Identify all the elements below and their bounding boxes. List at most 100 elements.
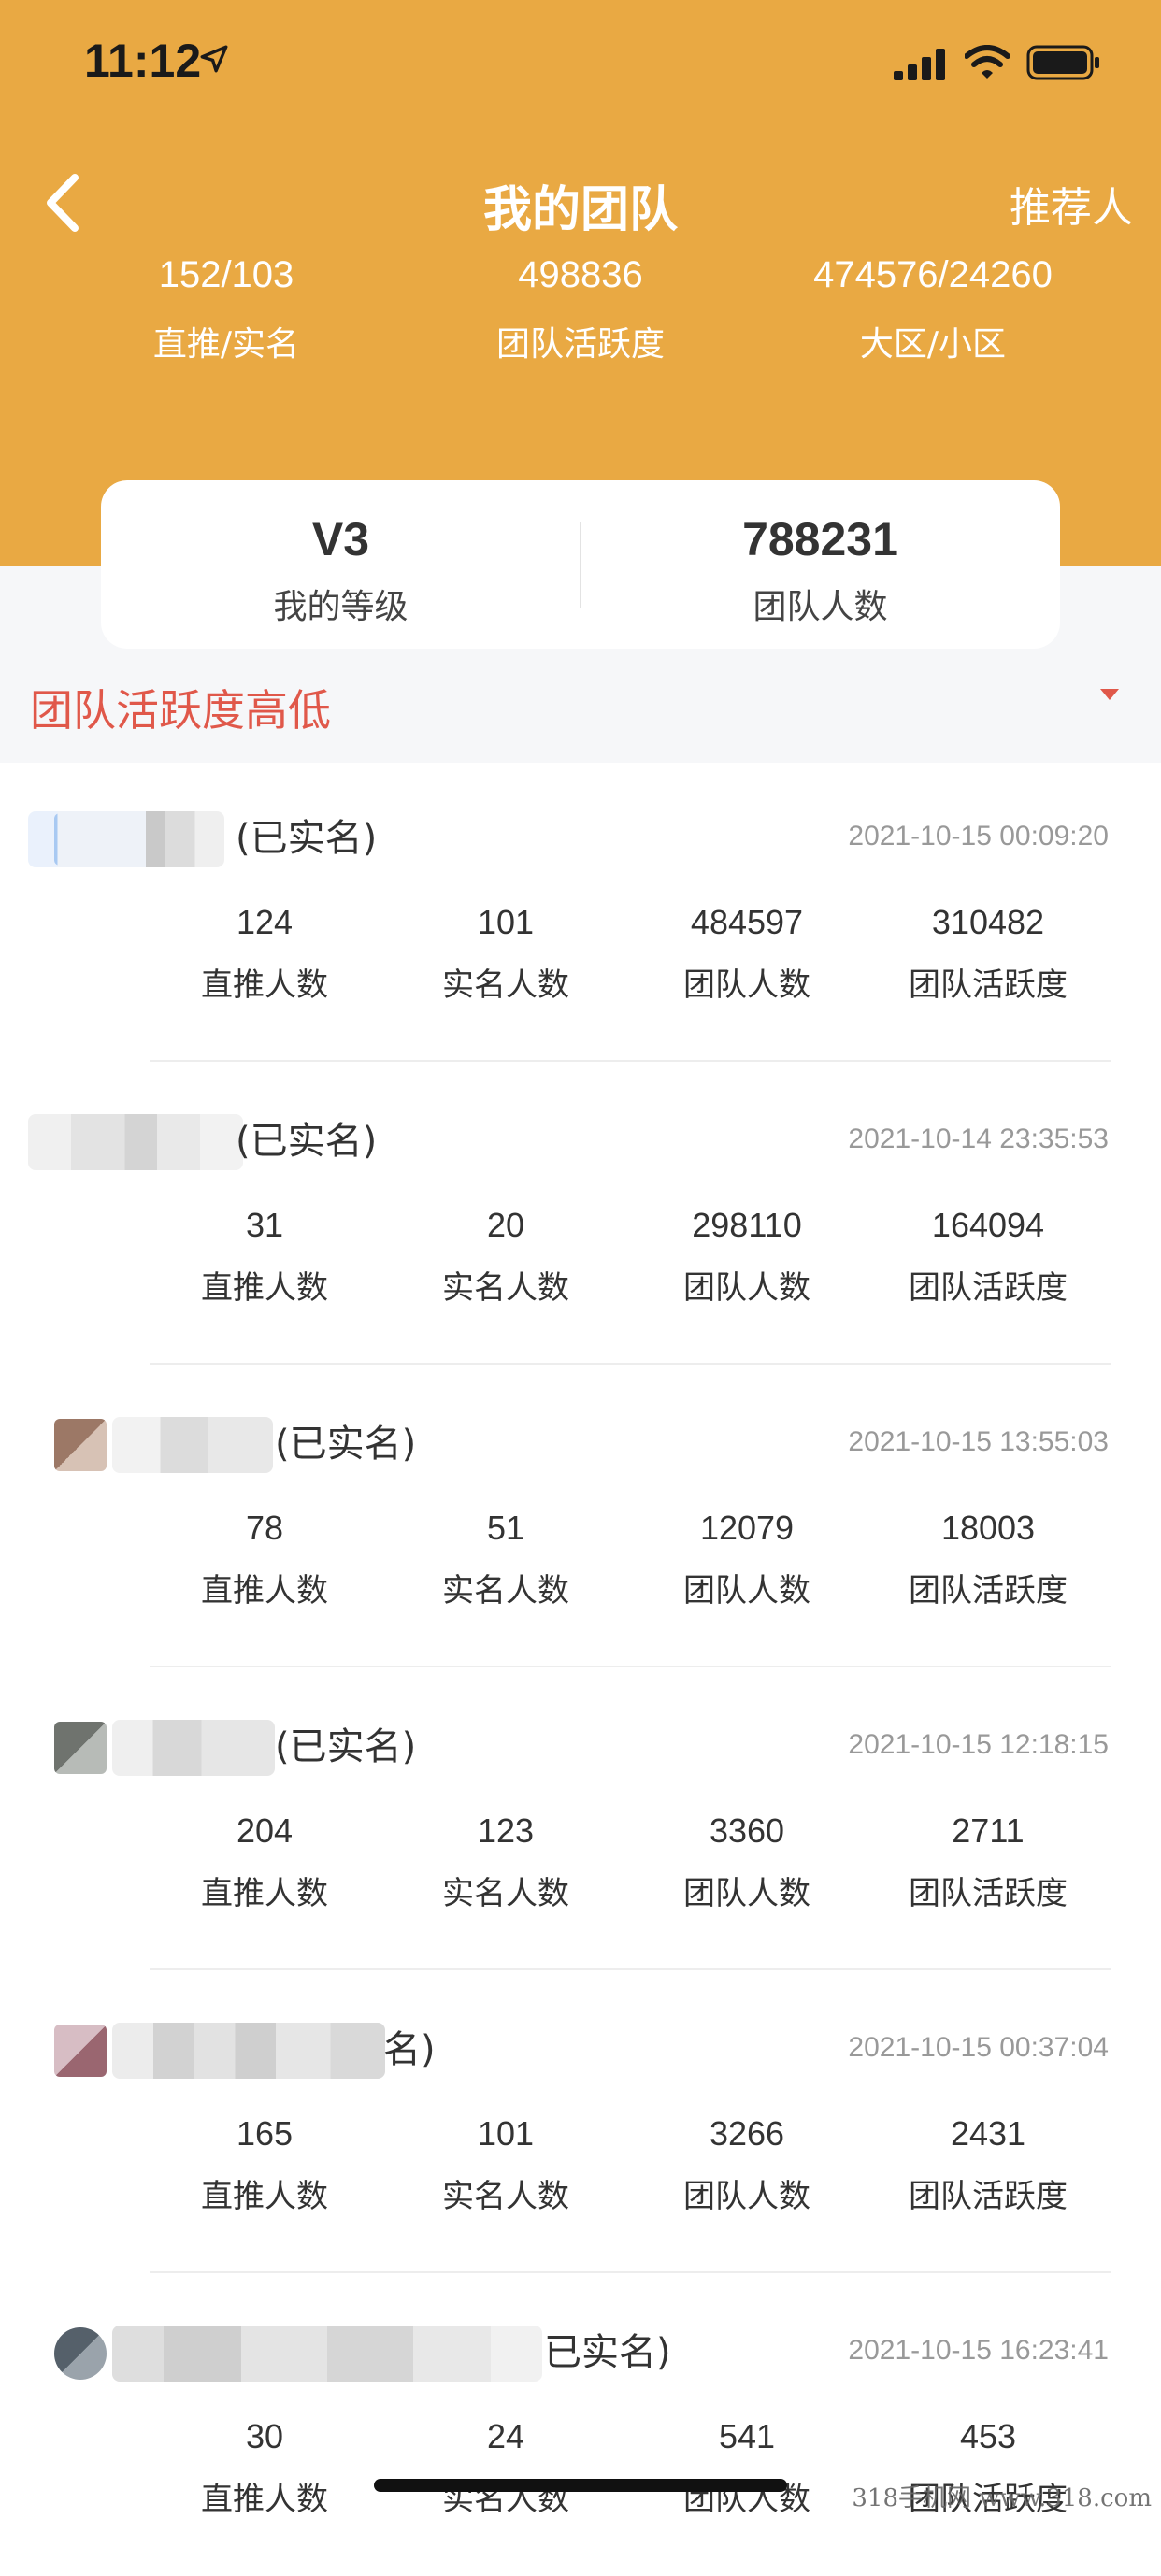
stat-value: 30 bbox=[245, 2417, 284, 2455]
stat-value: 541 bbox=[718, 2417, 776, 2455]
level-card: V3 我的等级 788231 团队人数 bbox=[101, 480, 1060, 649]
stat-verified: 20 实名人数 bbox=[385, 1206, 626, 1308]
stat-label: 直推人数 bbox=[201, 2178, 328, 2215]
sort-dropdown[interactable]: 团队活跃度高低 bbox=[0, 654, 1161, 759]
stat-label: 大区/小区 bbox=[859, 325, 1007, 364]
my-level: V3 我的等级 bbox=[101, 512, 580, 628]
page-title: 我的团队 bbox=[482, 182, 678, 238]
stat-label: 直推人数 bbox=[201, 966, 328, 1004]
stat-value: 310482 bbox=[931, 903, 1045, 941]
name-blurred bbox=[112, 2326, 542, 2382]
summary-stat-regions: 474576/24260 大区/小区 bbox=[765, 254, 1101, 365]
stat-direct: 30 直推人数 bbox=[144, 2417, 385, 2519]
verified-suffix: 名) bbox=[383, 2028, 436, 2071]
stat-team: 541 团队人数 bbox=[626, 2417, 867, 2519]
stat-value: 124 bbox=[236, 903, 294, 941]
stat-value: 204 bbox=[236, 1811, 294, 1850]
watermark-text: 318手机网 www.318.com bbox=[852, 2484, 1152, 2512]
member-row[interactable]: 名) 2021-10-15 00:37:04 165 直推人数 101 实名人数 3… bbox=[0, 1970, 1161, 2273]
member-list: (已实名) 2021-10-15 00:09:20 124 直推人数 101 实名人… bbox=[0, 759, 1161, 2576]
status-time: 11:12 bbox=[84, 35, 202, 87]
stat-value: 78 bbox=[245, 1509, 284, 1547]
stat-value: 484597 bbox=[690, 903, 804, 941]
member-row[interactable]: 已实名) 2021-10-15 16:23:41 30 直推人数 24 实名人数 5… bbox=[0, 2273, 1161, 2576]
stat-activity: 310482 团队活跃度 bbox=[867, 903, 1109, 1005]
member-row[interactable]: (已实名) 2021-10-15 00:09:20 124 直推人数 101 实名人… bbox=[0, 759, 1161, 1062]
team-size-value: 788231 bbox=[742, 513, 898, 565]
stat-activity: 2711 团队活跃度 bbox=[867, 1811, 1109, 1913]
stat-value: 2431 bbox=[950, 2114, 1026, 2153]
stat-label: 团队人数 bbox=[683, 966, 810, 1004]
stat-value: 152/103 bbox=[158, 254, 294, 295]
member-timestamp: 2021-10-15 12:18:15 bbox=[848, 1729, 1109, 1760]
stat-value: 18003 bbox=[940, 1509, 1036, 1547]
member-timestamp: 2021-10-15 00:37:04 bbox=[848, 2032, 1109, 2063]
member-row[interactable]: (已实名) 2021-10-14 23:35:53 31 直推人数 20 实名人数 … bbox=[0, 1062, 1161, 1365]
stat-label: 直推人数 bbox=[201, 1875, 328, 1912]
stat-direct: 31 直推人数 bbox=[144, 1206, 385, 1308]
member-timestamp: 2021-10-14 23:35:53 bbox=[848, 1123, 1109, 1154]
member-row[interactable]: (已实名) 2021-10-15 13:55:03 78 直推人数 51 实名人数 … bbox=[0, 1365, 1161, 1667]
stat-direct: 78 直推人数 bbox=[144, 1509, 385, 1610]
stat-label: 团队人数 bbox=[683, 2178, 810, 2215]
verified-suffix: 已实名) bbox=[544, 2331, 671, 2374]
stat-label: 团队活跃度 bbox=[909, 1269, 1068, 1307]
stat-verified: 51 实名人数 bbox=[385, 1509, 626, 1610]
name-blurred bbox=[112, 1417, 273, 1473]
stat-verified: 24 实名人数 bbox=[385, 2417, 626, 2519]
stat-team: 298110 团队人数 bbox=[626, 1206, 867, 1308]
stat-value: 20 bbox=[486, 1206, 525, 1244]
sort-label: 团队活跃度高低 bbox=[30, 685, 331, 736]
stat-label: 直推人数 bbox=[201, 1572, 328, 1610]
verified-suffix: (已实名) bbox=[275, 1725, 417, 1768]
name-blurred bbox=[112, 2023, 385, 2079]
stat-verified: 101 实名人数 bbox=[385, 903, 626, 1005]
team-size: 788231 团队人数 bbox=[580, 512, 1060, 628]
stat-activity: 18003 团队活跃度 bbox=[867, 1509, 1109, 1610]
verified-suffix: (已实名) bbox=[236, 1120, 378, 1163]
name-blurred bbox=[112, 1720, 275, 1776]
stat-label: 团队活跃度 bbox=[909, 966, 1068, 1004]
summary-stat-direct: 152/103 直推/实名 bbox=[58, 254, 394, 365]
stat-value: 3360 bbox=[709, 1811, 785, 1850]
stat-value: 3266 bbox=[709, 2114, 785, 2153]
referrer-button[interactable]: 推荐人 bbox=[1010, 174, 1133, 234]
stat-team: 12079 团队人数 bbox=[626, 1509, 867, 1610]
stat-team: 3360 团队人数 bbox=[626, 1811, 867, 1913]
stat-activity: 164094 团队活跃度 bbox=[867, 1206, 1109, 1308]
stat-direct: 124 直推人数 bbox=[144, 903, 385, 1005]
stat-value: 164094 bbox=[931, 1206, 1045, 1244]
member-row[interactable]: (已实名) 2021-10-15 12:18:15 204 直推人数 123 实名人… bbox=[0, 1667, 1161, 1970]
stat-value: 101 bbox=[477, 903, 535, 941]
avatar bbox=[54, 1419, 107, 1471]
stat-value: 101 bbox=[477, 2114, 535, 2153]
name-blurred bbox=[28, 1114, 243, 1170]
stat-label: 实名人数 bbox=[442, 966, 569, 1004]
stat-value: 12079 bbox=[699, 1509, 795, 1547]
stat-value: 24 bbox=[486, 2417, 525, 2455]
verified-suffix: (已实名) bbox=[236, 817, 378, 860]
stat-value: 123 bbox=[477, 1811, 535, 1850]
stat-label: 团队人数 bbox=[683, 1269, 810, 1307]
avatar bbox=[54, 2025, 107, 2077]
stat-verified: 123 实名人数 bbox=[385, 1811, 626, 1913]
stat-label: 实名人数 bbox=[442, 1875, 569, 1912]
home-indicator[interactable] bbox=[374, 2479, 787, 2492]
stat-label: 团队活跃度 bbox=[909, 1572, 1068, 1610]
stat-value: 474576/24260 bbox=[813, 254, 1053, 295]
battery-icon bbox=[1026, 45, 1099, 80]
avatar bbox=[54, 2327, 107, 2380]
caret-down-icon bbox=[1100, 689, 1119, 700]
summary-stat-activity: 498836 团队活跃度 bbox=[412, 254, 749, 365]
wifi-icon bbox=[965, 45, 1010, 79]
verified-suffix: (已实名) bbox=[275, 1423, 417, 1466]
member-timestamp: 2021-10-15 13:55:03 bbox=[848, 1426, 1109, 1457]
stat-label: 实名人数 bbox=[442, 1269, 569, 1307]
team-size-label: 团队人数 bbox=[752, 588, 888, 626]
stat-value: 165 bbox=[236, 2114, 294, 2153]
stat-activity: 2431 团队活跃度 bbox=[867, 2114, 1109, 2216]
stat-label: 团队活跃度 bbox=[495, 325, 665, 364]
cellular-signal-icon bbox=[894, 49, 945, 80]
stat-direct: 204 直推人数 bbox=[144, 1811, 385, 1913]
stat-value: 298110 bbox=[692, 1206, 802, 1244]
